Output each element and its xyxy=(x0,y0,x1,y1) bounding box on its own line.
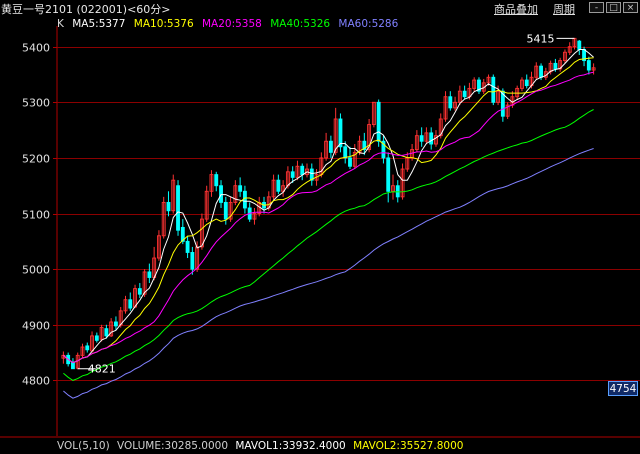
legend-ma5: MA5:5377 xyxy=(72,18,126,30)
candle-down xyxy=(214,174,219,187)
candle-down xyxy=(553,62,558,70)
candle-down xyxy=(577,40,582,50)
current-price-box: 4754 xyxy=(608,381,638,396)
candle-down xyxy=(429,132,434,145)
volume-value: VOLUME:30285.0000 xyxy=(117,440,228,452)
candle-down xyxy=(586,60,591,71)
candle-down xyxy=(462,90,467,98)
candle-down xyxy=(338,118,343,148)
candle-down xyxy=(290,171,295,178)
ma-legend: K MA5:5377 MA10:5376 MA20:5358 MA40:5326… xyxy=(57,18,403,30)
y-tick-label: 5200 xyxy=(22,153,50,166)
candle-down xyxy=(71,362,75,370)
candle-down xyxy=(491,76,496,103)
candle-down xyxy=(94,335,99,341)
candle-down xyxy=(343,146,348,159)
legend-ma20: MA20:5358 xyxy=(201,18,262,30)
candle-down xyxy=(300,165,305,176)
y-tick-label: 5100 xyxy=(22,209,50,222)
candle-down xyxy=(147,271,152,278)
candle-down xyxy=(223,201,228,220)
candle-down xyxy=(219,185,223,203)
candle-down xyxy=(539,65,543,78)
candle-down xyxy=(395,185,400,198)
candle-down xyxy=(348,157,352,167)
legend-k-label: K xyxy=(57,18,64,30)
legend-ma40: MA40:5326 xyxy=(270,18,331,30)
candle-down xyxy=(238,185,243,192)
y-tick-label: 4900 xyxy=(22,320,50,333)
y-tick-label: 5000 xyxy=(22,264,50,277)
candlestick-chart: 4800 4900 5000 5100 5200 5300 5400 5415 4821 xyxy=(0,26,640,438)
candle-down xyxy=(166,201,171,212)
candle-down xyxy=(376,101,381,142)
candle-down xyxy=(448,96,453,109)
legend-ma60: MA60:5286 xyxy=(338,18,399,30)
candle-down xyxy=(386,157,391,192)
candle-down xyxy=(128,299,133,309)
candle-down xyxy=(524,79,529,87)
ma40-line xyxy=(63,109,594,381)
y-tick-label: 5400 xyxy=(22,42,50,55)
high-marker-label: 5415 xyxy=(527,32,555,45)
vol-label: VOL(5,10) xyxy=(57,440,110,452)
candle-down xyxy=(328,140,333,153)
mavol2-value: MAVOL2:35527.8000 xyxy=(353,440,464,452)
candle-down xyxy=(176,185,180,231)
candle-down xyxy=(190,252,195,270)
ma20-line xyxy=(63,71,594,364)
candle-down xyxy=(419,135,424,142)
candle-down xyxy=(104,328,109,337)
candle-down xyxy=(185,240,190,253)
candle-down xyxy=(85,345,90,351)
y-tick-label: 5300 xyxy=(22,97,50,110)
candle-down xyxy=(242,190,247,209)
mavol1-value: MAVOL1:33932.4000 xyxy=(235,440,346,452)
candle-down xyxy=(137,288,142,295)
y-tick-label: 4800 xyxy=(22,375,50,388)
legend-ma10: MA10:5376 xyxy=(133,18,194,30)
candle-down xyxy=(114,321,118,327)
candle-down xyxy=(276,179,281,192)
low-marker-label: 4821 xyxy=(88,363,116,376)
volume-legend: VOL(5,10) VOLUME:30285.0000 MAVOL1:33932… xyxy=(57,440,467,452)
